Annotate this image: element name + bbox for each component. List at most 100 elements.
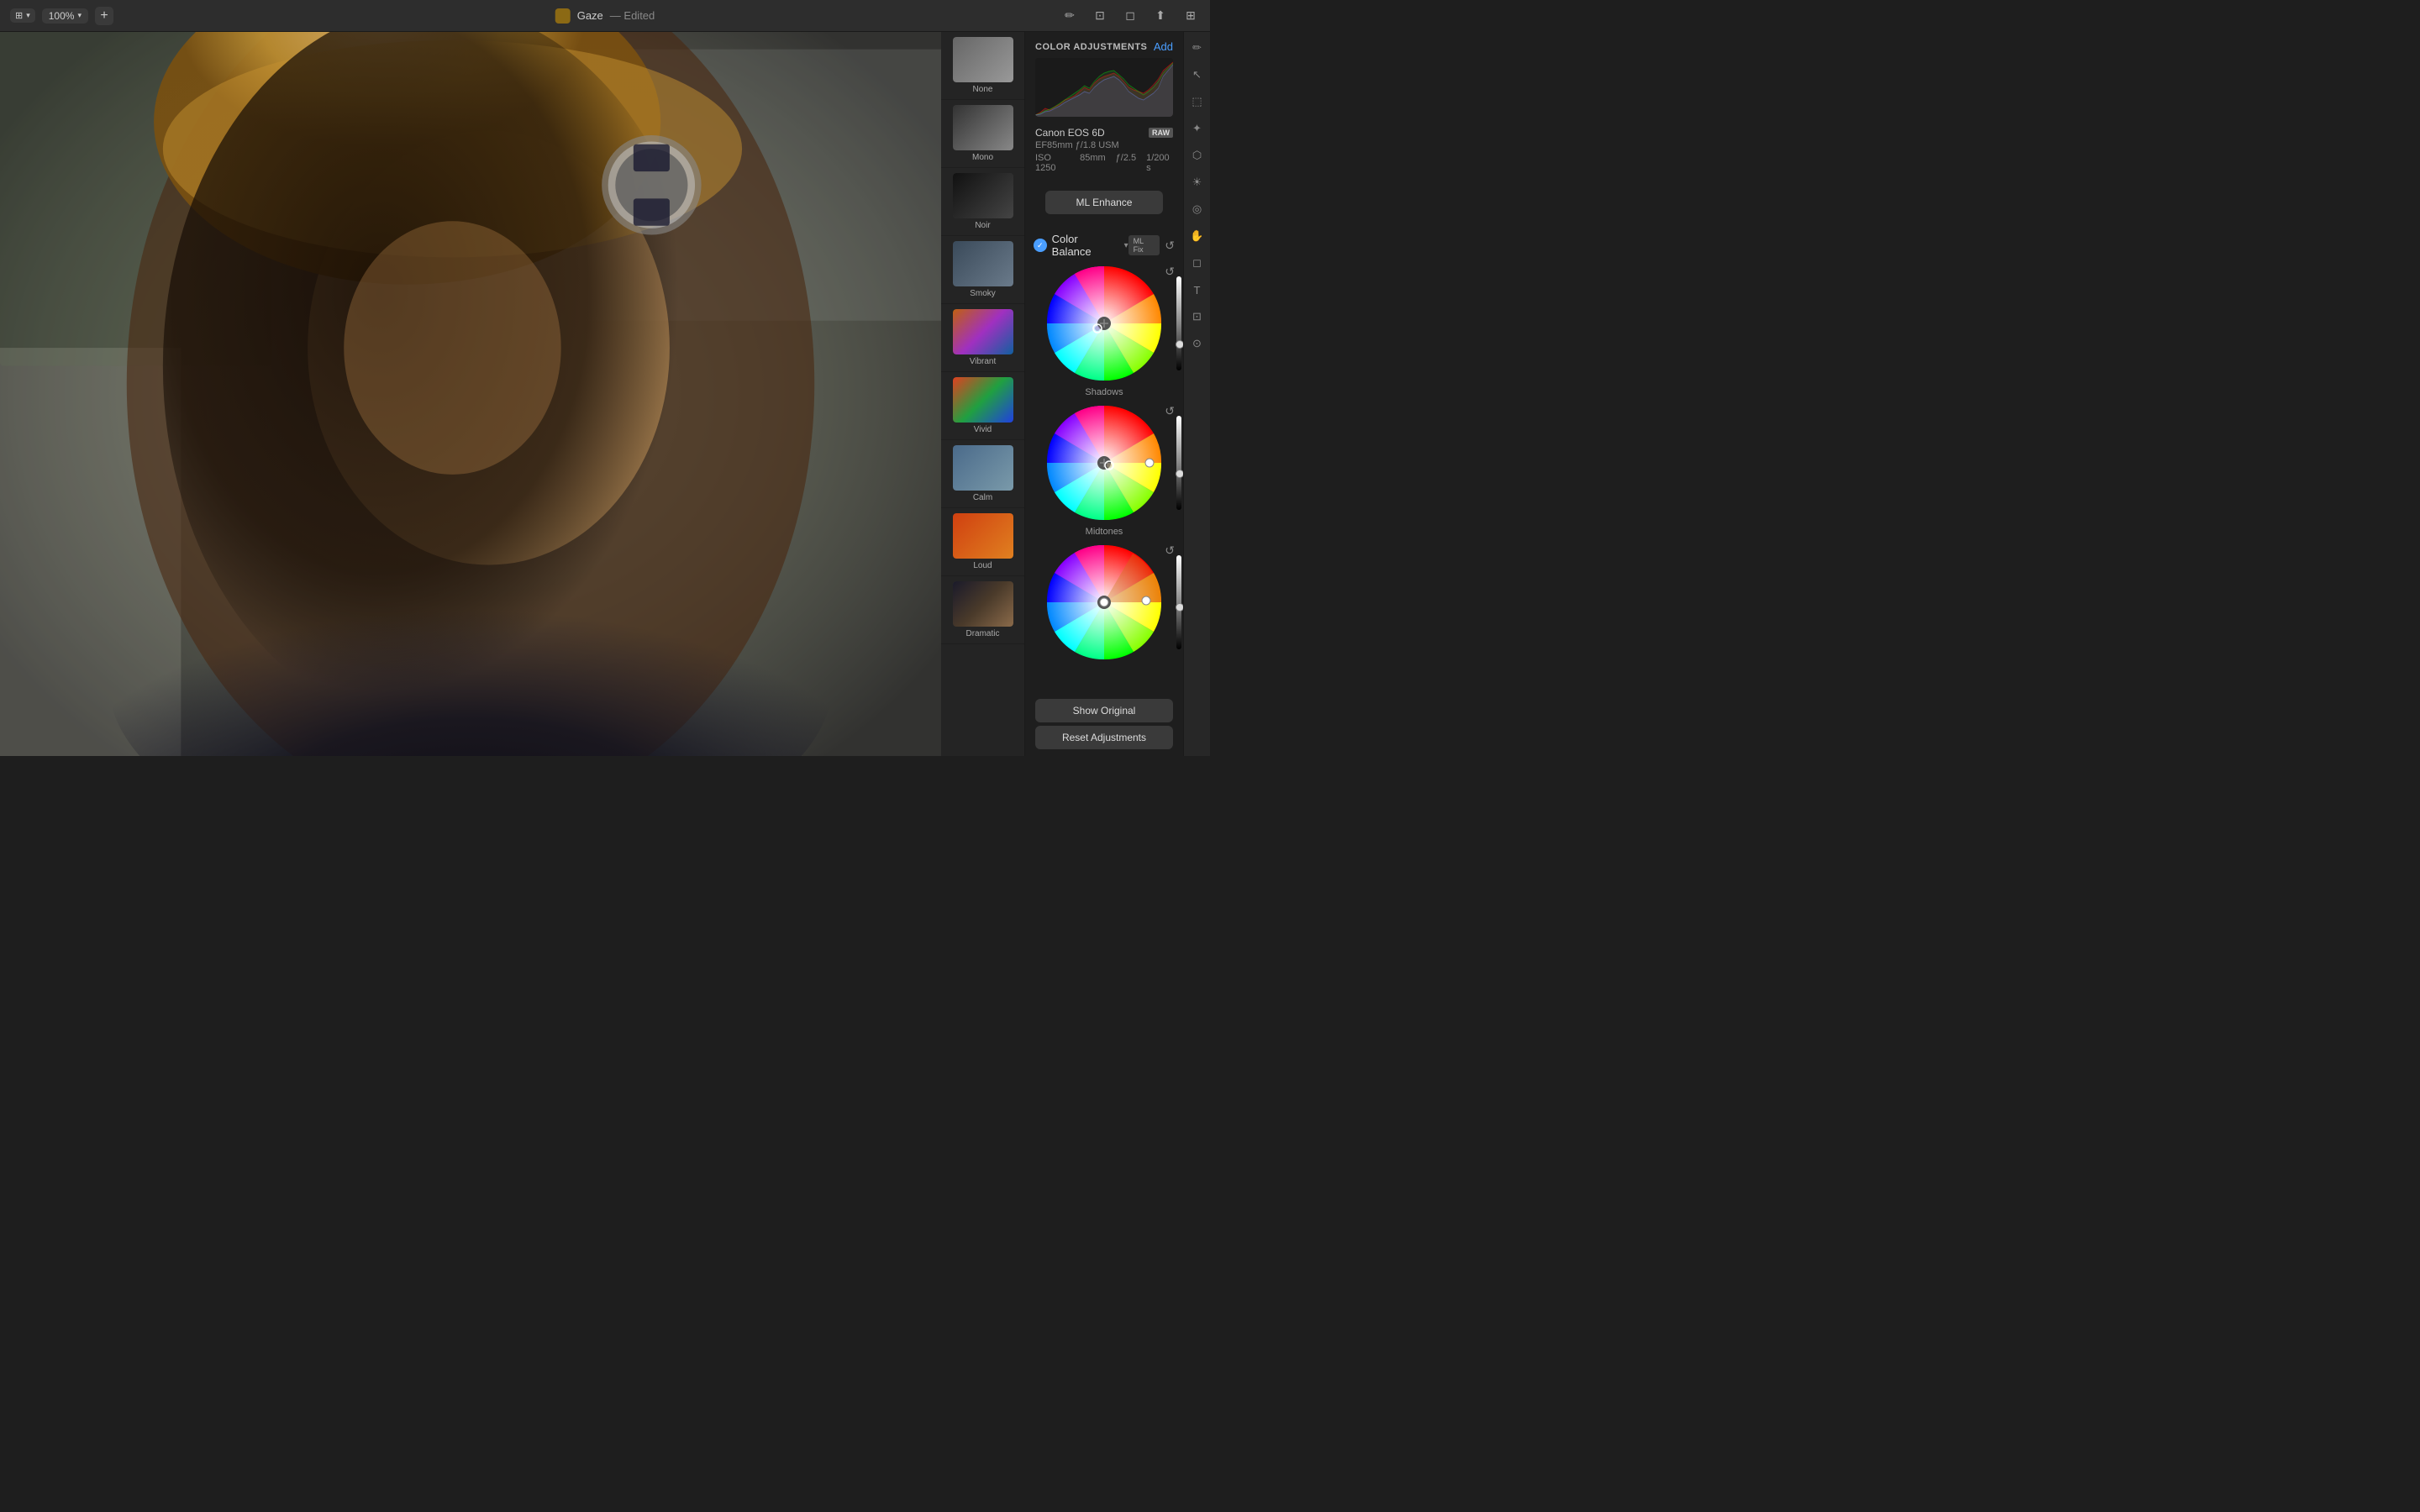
photo-area [0, 32, 941, 756]
ml-fix-badge[interactable]: ML Fix [1128, 235, 1160, 255]
star-tool-icon[interactable]: ✦ [1188, 119, 1207, 138]
preset-label-vivid: Vivid [974, 425, 992, 434]
preset-loud[interactable]: Loud [941, 508, 1024, 576]
camera-model-name: Canon EOS 6D [1035, 127, 1105, 139]
hand-tool-icon[interactable]: ✋ [1188, 227, 1207, 245]
preset-thumbnail-loud [953, 513, 1013, 559]
preset-label-dramatic: Dramatic [965, 629, 999, 638]
shadows-slider-thumb[interactable] [1176, 340, 1184, 349]
preset-thumbnail-mono [953, 105, 1013, 150]
app-title: Gaze [577, 9, 603, 22]
reset-adjustments-button[interactable]: Reset Adjustments [1035, 726, 1173, 749]
crop-tool-icon[interactable]: ⊡ [1091, 7, 1109, 25]
preset-mono[interactable]: Mono [941, 100, 1024, 168]
edited-label: — Edited [610, 9, 655, 22]
export-icon[interactable]: ⬆ [1151, 7, 1170, 25]
preset-thumbnail-vibrant [953, 309, 1013, 354]
shadows-label: Shadows [1085, 387, 1123, 397]
preset-thumbnail-vivid [953, 377, 1013, 423]
type-tool-icon[interactable]: T [1188, 281, 1207, 299]
shadows-brightness-slider[interactable] [1176, 276, 1181, 370]
highlights-wheel-outer [1039, 543, 1170, 661]
sun-tool-icon[interactable]: ☀ [1188, 173, 1207, 192]
adjustment-header: ✓ Color Balance ▾ ML Fix ↺ [1034, 233, 1175, 258]
midtones-brightness-slider[interactable] [1176, 416, 1181, 510]
zoom-control[interactable]: 100% ▾ [42, 8, 88, 24]
panel-with-presets: None Mono Noir Smoky [941, 32, 1210, 756]
chevron-down-icon: ▾ [26, 11, 30, 20]
paint-tool-icon[interactable]: ✏ [1188, 39, 1207, 57]
raw-badge: RAW [1149, 128, 1173, 138]
shadows-wheel-outer [1039, 265, 1170, 382]
magic-tool-icon[interactable]: ⬡ [1188, 146, 1207, 165]
zoom-chevron-icon: ▾ [77, 11, 82, 20]
histogram-svg [1035, 58, 1173, 117]
color-adjustments-header: COLOR ADJUSTMENTS Add [1025, 32, 1183, 58]
highlights-section: ↺ [1034, 543, 1175, 661]
preset-none[interactable]: None [941, 32, 1024, 100]
preset-calm[interactable]: Calm [941, 440, 1024, 508]
eraser-tool-icon[interactable]: ◻ [1188, 254, 1207, 272]
preset-noir[interactable]: Noir [941, 168, 1024, 236]
color-balance-section: ✓ Color Balance ▾ ML Fix ↺ ↺ [1025, 226, 1183, 671]
shadows-wheel-container: Shadows [1034, 265, 1175, 397]
highlights-color-wheel[interactable] [1045, 543, 1163, 661]
circle-tool-icon[interactable]: ◎ [1188, 200, 1207, 218]
preset-thumbnail-calm [953, 445, 1013, 491]
preset-vibrant[interactable]: Vibrant [941, 304, 1024, 372]
stamp-tool-icon[interactable]: ⊙ [1188, 334, 1207, 353]
preset-dramatic[interactable]: Dramatic [941, 576, 1024, 644]
presets-strip: None Mono Noir Smoky [941, 32, 1025, 756]
grid-settings-icon[interactable]: ⊞ [1181, 7, 1200, 25]
ml-enhance-button[interactable]: ML Enhance [1045, 191, 1163, 214]
select-tool-icon[interactable]: ⬚ [1188, 92, 1207, 111]
show-original-button[interactable]: Show Original [1035, 699, 1173, 722]
preset-thumbnail-dramatic [953, 581, 1013, 627]
camera-model-row: Canon EOS 6D RAW [1035, 127, 1173, 139]
ml-enhance-area: ML Enhance [1025, 179, 1183, 226]
exif-row: ISO 1250 85mm ƒ/2.5 1/200 s [1035, 153, 1173, 173]
crop-tool-icon-side[interactable]: ⊡ [1188, 307, 1207, 326]
preset-label-loud: Loud [973, 561, 992, 570]
iso-value: ISO 1250 [1035, 153, 1070, 173]
bottom-buttons: Show Original Reset Adjustments [1025, 694, 1183, 756]
view-toggle[interactable]: ⊞ ▾ [10, 8, 35, 23]
adjustment-actions: ML Fix ↺ [1128, 235, 1175, 255]
enabled-checkbox[interactable]: ✓ [1034, 239, 1047, 252]
midtones-slider-thumb[interactable] [1176, 470, 1184, 478]
add-adjustment-button[interactable]: Add [1154, 40, 1173, 53]
shutter-value: 1/200 s [1146, 153, 1173, 173]
section-title: COLOR ADJUSTMENTS [1035, 42, 1147, 52]
adjustment-name[interactable]: Color Balance [1052, 233, 1119, 258]
midtones-wheel-outer [1039, 404, 1170, 522]
highlights-slider-thumb[interactable] [1176, 603, 1184, 612]
highlights-wheel-container [1034, 543, 1175, 661]
midtones-wheel-container: Midtones [1034, 404, 1175, 537]
highlights-brightness-slider[interactable] [1176, 555, 1181, 649]
preset-thumbnail-smoky [953, 241, 1013, 286]
preset-thumbnail-noir [953, 173, 1013, 218]
shadows-color-wheel[interactable] [1045, 265, 1163, 382]
frame-tool-icon[interactable]: ◻ [1121, 7, 1139, 25]
reset-adjustment-icon[interactable]: ↺ [1165, 239, 1175, 253]
preset-label-mono: Mono [972, 153, 993, 162]
lens-name: EF85mm ƒ/1.8 USM [1035, 140, 1173, 150]
preset-vivid[interactable]: Vivid [941, 372, 1024, 440]
view-toggle-icon: ⊞ [15, 10, 23, 21]
cursor-tool-icon[interactable]: ↖ [1188, 66, 1207, 84]
midtones-color-wheel[interactable] [1045, 404, 1163, 522]
add-view-button[interactable]: + [95, 7, 113, 25]
panel-content: ✓ Color Balance ▾ ML Fix ↺ ↺ [1025, 226, 1183, 694]
main-panel: COLOR ADJUSTMENTS Add [1025, 32, 1183, 756]
preset-label-calm: Calm [973, 493, 992, 502]
titlebar-center: Gaze — Edited [555, 8, 655, 24]
preset-label-none: None [973, 85, 993, 94]
preset-thumbnail-none [953, 37, 1013, 82]
preset-smoky[interactable]: Smoky [941, 236, 1024, 304]
preset-label-noir: Noir [975, 221, 990, 230]
photo-svg [0, 32, 941, 756]
photo-canvas [0, 32, 941, 756]
pen-tool-icon[interactable]: ✏ [1060, 7, 1079, 25]
aperture-value: ƒ/2.5 [1116, 153, 1136, 173]
app-icon [555, 8, 571, 24]
